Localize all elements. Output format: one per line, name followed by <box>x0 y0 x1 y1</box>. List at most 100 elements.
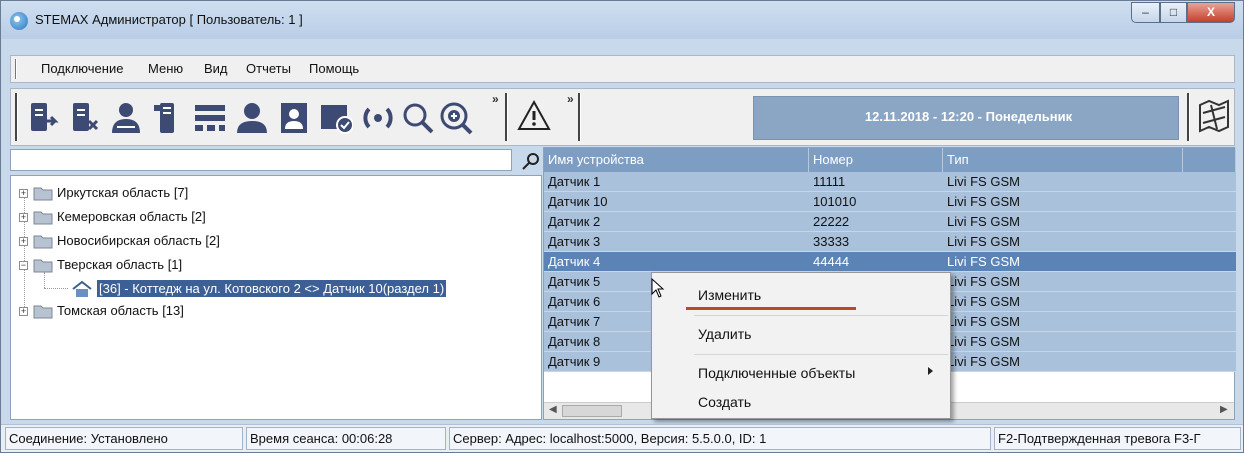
expand-icon[interactable]: + <box>19 307 28 316</box>
scroll-left-arrow-icon[interactable]: ◀ <box>549 404 557 415</box>
expand-icon[interactable]: + <box>19 237 28 246</box>
column-header-device-name[interactable]: Имя устройства <box>544 148 809 172</box>
tree-connector <box>24 190 25 315</box>
toolbar-grip-3[interactable] <box>578 93 581 141</box>
tree-item-label: Иркутская область [7] <box>57 185 189 200</box>
disconnect-icon[interactable] <box>67 101 101 135</box>
tree-item-label: Новосибирская область [2] <box>57 233 220 248</box>
refresh-icon[interactable] <box>361 101 395 135</box>
users-icon[interactable] <box>109 101 143 135</box>
tree-item-label: [36] - Коттедж на ул. Котовского 2 <> Да… <box>97 280 447 297</box>
menu-reports[interactable]: Отчеты <box>246 61 291 76</box>
edit-underline-highlight <box>686 307 856 310</box>
cell-type: Livi FS GSM <box>947 294 1020 309</box>
table-row[interactable]: Датчик 1 11111 Livi FS GSM <box>544 172 1236 192</box>
folder-icon <box>33 235 53 249</box>
tree-item-label: Кемеровская область [2] <box>57 209 206 224</box>
user-icon[interactable] <box>235 101 269 135</box>
menu-help[interactable]: Помощь <box>309 61 359 76</box>
tree-item-label: Томская область [13] <box>57 303 184 318</box>
confirm-icon[interactable] <box>319 101 353 135</box>
cell-type: Livi FS GSM <box>947 234 1020 249</box>
tree-connector <box>44 288 68 289</box>
cell-type: Livi FS GSM <box>947 354 1020 369</box>
table-row[interactable]: Датчик 2 22222 Livi FS GSM <box>544 212 1236 232</box>
tree-search-input[interactable] <box>10 149 512 171</box>
mouse-cursor-icon <box>651 278 665 298</box>
house-icon <box>72 280 92 297</box>
context-menu-connected-objects[interactable]: Подключенные объекты <box>698 365 855 381</box>
column-header-empty <box>1183 148 1236 172</box>
toolbar-grip-2[interactable] <box>505 93 508 141</box>
connect-icon[interactable] <box>25 101 59 135</box>
cell-device-name: Датчик 9 <box>548 354 601 369</box>
toolbar-grip-4[interactable] <box>1187 93 1190 141</box>
cell-type: Livi FS GSM <box>947 274 1020 289</box>
menu-connection[interactable]: Подключение <box>41 61 123 76</box>
context-menu-create[interactable]: Создать <box>698 394 751 410</box>
toolbar-more-chevron-2[interactable]: » <box>567 92 574 106</box>
submenu-arrow-icon <box>928 367 933 375</box>
cell-type: Livi FS GSM <box>947 194 1020 209</box>
cell-device-name: Датчик 2 <box>548 214 601 229</box>
app-window: STEMAX Администратор [ Пользователь: 1 ]… <box>0 0 1244 453</box>
cell-device-name: Датчик 4 <box>548 254 601 269</box>
context-menu-edit[interactable]: Изменить <box>698 287 761 303</box>
status-server-info: Сервер: Адрес: localhost:5000, Версия: 5… <box>449 427 991 450</box>
status-hotkeys: F2-Подтвержденная тревога F3-Г <box>994 427 1241 450</box>
folder-icon <box>33 305 53 319</box>
settings-list-icon[interactable] <box>193 101 227 135</box>
report-icon[interactable] <box>277 101 311 135</box>
cell-number: 101010 <box>813 194 857 209</box>
cell-number: 22222 <box>813 214 850 229</box>
cell-type: Livi FS GSM <box>947 214 1020 229</box>
status-session-time: Время сеанса: 00:06:28 <box>246 427 446 450</box>
menu-grip[interactable] <box>15 59 17 79</box>
cell-device-name: Датчик 8 <box>548 334 601 349</box>
column-header-type[interactable]: Тип <box>943 148 1183 172</box>
tree-search-icon[interactable] <box>521 151 541 171</box>
cell-device-name: Датчик 5 <box>548 274 601 289</box>
cell-device-name: Датчик 6 <box>548 294 601 309</box>
toolbar-grip[interactable] <box>15 93 18 141</box>
expand-icon[interactable]: + <box>19 189 28 198</box>
collapse-icon[interactable]: − <box>19 261 28 270</box>
menu-bar: Подключение Меню Вид Отчеты Помощь <box>10 55 1235 83</box>
context-menu-delete[interactable]: Удалить <box>698 326 751 342</box>
zoom-in-icon[interactable] <box>439 101 473 135</box>
map-icon[interactable] <box>1197 99 1231 133</box>
column-header-number[interactable]: Номер <box>809 148 943 172</box>
maximize-button[interactable]: □ <box>1160 2 1187 23</box>
table-row[interactable]: Датчик 3 33333 Livi FS GSM <box>544 232 1236 252</box>
cell-number: 44444 <box>813 254 850 269</box>
close-button[interactable]: X <box>1187 2 1235 23</box>
context-menu-separator <box>694 315 948 316</box>
menu-view[interactable]: Вид <box>204 61 228 76</box>
table-row[interactable]: Датчик 10 101010 Livi FS GSM <box>544 192 1236 212</box>
cell-number: 11111 <box>813 174 846 189</box>
cell-device-name: Датчик 10 <box>548 194 608 209</box>
status-bar: Соединение: Установлено Время сеанса: 00… <box>1 424 1243 452</box>
warning-icon[interactable] <box>517 99 551 133</box>
folder-icon <box>33 187 53 201</box>
current-datetime: 12.11.2018 - 12:20 - Понедельник <box>864 109 1073 124</box>
title-bar[interactable]: STEMAX Администратор [ Пользователь: 1 ]… <box>1 1 1243 39</box>
folder-icon <box>33 259 53 273</box>
context-menu-separator <box>694 354 948 355</box>
minimize-button[interactable]: – <box>1131 2 1160 23</box>
scrollbar-thumb[interactable] <box>562 405 622 417</box>
status-connection: Соединение: Установлено <box>5 427 243 450</box>
menu-menu[interactable]: Меню <box>148 61 183 76</box>
scroll-right-arrow-icon[interactable]: ▶ <box>1220 404 1228 415</box>
devices-icon[interactable] <box>151 101 185 135</box>
table-row-selected[interactable]: Датчик 4 44444 Livi FS GSM <box>544 252 1236 272</box>
cell-device-name: Датчик 3 <box>548 234 601 249</box>
cell-number: 33333 <box>813 234 850 249</box>
cell-type: Livi FS GSM <box>947 334 1020 349</box>
search-icon[interactable] <box>401 101 435 135</box>
expand-icon[interactable]: + <box>19 213 28 222</box>
stemax-logo-icon <box>10 12 28 30</box>
toolbar-more-chevron[interactable]: » <box>492 92 499 106</box>
object-tree: + Иркутская область [7] + Кемеровская об… <box>10 175 542 420</box>
cell-device-name: Датчик 1 <box>548 174 601 189</box>
